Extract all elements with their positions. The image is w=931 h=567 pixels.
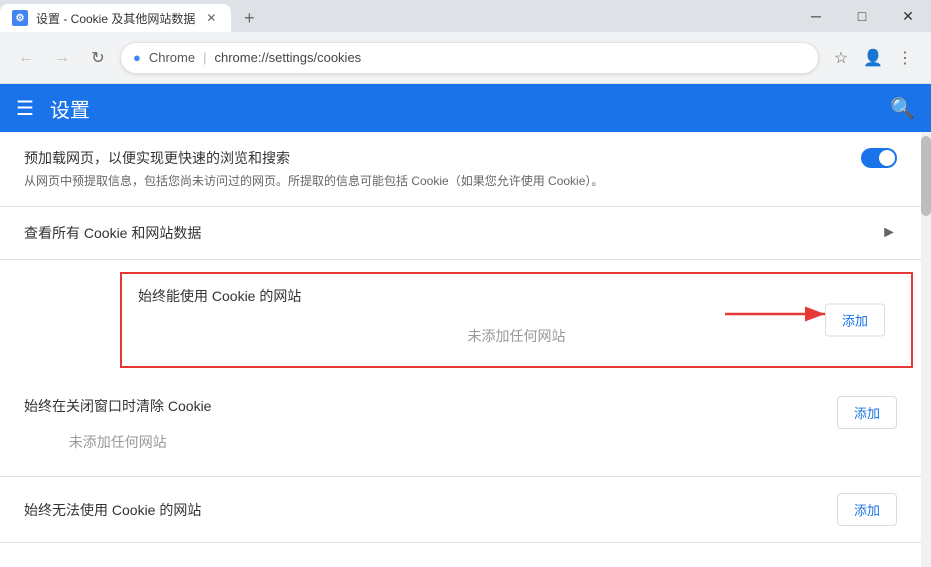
clear-on-close-add-button[interactable]: 添加 (837, 396, 897, 429)
always-allow-title: 始终能使用 Cookie 的网站 (138, 286, 895, 306)
app-header: ☰ 设置 🔍 (0, 84, 931, 132)
menu-button[interactable]: ⋮ (891, 44, 919, 72)
scrollbar-thumb[interactable] (921, 136, 931, 216)
always-allow-wrapper: 始终能使用 Cookie 的网站 未添加任何网站 添加 (0, 272, 921, 368)
tab-title: 设置 - Cookie 及其他网站数据 (36, 10, 195, 27)
clear-on-close-empty: 未添加任何网站 (24, 424, 211, 460)
chevron-right-icon: ► (881, 224, 897, 242)
titlebar-controls: ─ □ ✕ (793, 0, 931, 32)
maximize-button[interactable]: □ (839, 0, 885, 32)
preload-title: 预加载网页，以便实现更快速的浏览和搜索 (24, 148, 845, 168)
close-button[interactable]: ✕ (885, 0, 931, 32)
forward-button[interactable]: → (48, 44, 76, 72)
hamburger-menu-button[interactable]: ☰ (16, 96, 34, 121)
reload-button[interactable]: ↻ (84, 44, 112, 72)
tab-close-button[interactable]: ✕ (203, 10, 219, 26)
account-button[interactable]: 👤 (859, 44, 887, 72)
url-text: chrome://settings/cookies (215, 50, 362, 65)
view-all-text: 查看所有 Cookie 和网站数据 (24, 223, 201, 243)
always-block-section: 始终无法使用 Cookie 的网站 添加 (0, 477, 921, 543)
window-titlebar: ⚙ 设置 - Cookie 及其他网站数据 ✕ + ─ □ ✕ (0, 0, 931, 32)
minimize-button[interactable]: ─ (793, 0, 839, 32)
active-tab[interactable]: ⚙ 设置 - Cookie 及其他网站数据 ✕ (0, 4, 231, 32)
titlebar-left: ⚙ 设置 - Cookie 及其他网站数据 ✕ + (0, 0, 263, 32)
always-block-add-button[interactable]: 添加 (837, 493, 897, 526)
always-block-inner: 始终无法使用 Cookie 的网站 添加 (24, 493, 897, 526)
view-all-cookies-row[interactable]: 查看所有 Cookie 和网站数据 ► (0, 207, 921, 260)
content-area: 预加载网页，以便实现更快速的浏览和搜索 从网页中预提取信息，包括您尚未访问过的网… (0, 132, 931, 567)
scrollbar-track[interactable] (921, 132, 931, 567)
search-button[interactable]: 🔍 (890, 96, 915, 121)
preload-text-block: 预加载网页，以便实现更快速的浏览和搜索 从网页中预提取信息，包括您尚未访问过的网… (24, 148, 861, 190)
preload-toggle[interactable] (861, 148, 897, 168)
bookmark-button[interactable]: ☆ (827, 44, 855, 72)
always-allow-add-area: 添加 (825, 304, 885, 337)
page-title: 设置 (50, 94, 90, 123)
address-bar: ← → ↻ ● Chrome | chrome://settings/cooki… (0, 32, 931, 84)
clear-on-close-title: 始终在关闭窗口时清除 Cookie (24, 396, 211, 416)
always-allow-section: 始终能使用 Cookie 的网站 未添加任何网站 (120, 272, 913, 368)
chrome-label: Chrome (149, 50, 195, 65)
always-allow-add-button[interactable]: 添加 (825, 304, 885, 337)
preload-desc: 从网页中预提取信息，包括您尚未访问过的网页。所提取的信息可能包括 Cookie（… (24, 172, 845, 190)
main-content: 预加载网页，以便实现更快速的浏览和搜索 从网页中预提取信息，包括您尚未访问过的网… (0, 132, 921, 567)
tab-favicon: ⚙ (12, 10, 28, 26)
back-button[interactable]: ← (12, 44, 40, 72)
preload-section: 预加载网页，以便实现更快速的浏览和搜索 从网页中预提取信息，包括您尚未访问过的网… (0, 132, 921, 207)
lock-icon: ● (133, 50, 141, 65)
toolbar-right: ☆ 👤 ⋮ (827, 44, 919, 72)
url-separator: | (203, 50, 206, 65)
tab-strip: ⚙ 设置 - Cookie 及其他网站数据 ✕ + (0, 0, 263, 32)
omnibox[interactable]: ● Chrome | chrome://settings/cookies (120, 42, 819, 74)
always-allow-empty: 未添加任何网站 (138, 318, 895, 354)
always-block-title: 始终无法使用 Cookie 的网站 (24, 500, 201, 520)
clear-on-close-section: 始终在关闭窗口时清除 Cookie 未添加任何网站 添加 (0, 380, 921, 477)
clear-on-close-text-block: 始终在关闭窗口时清除 Cookie 未添加任何网站 (24, 396, 211, 460)
clear-on-close-inner: 始终在关闭窗口时清除 Cookie 未添加任何网站 添加 (24, 396, 897, 460)
new-tab-button[interactable]: + (235, 4, 263, 32)
page-wrapper: ⚙ 设置 - Cookie 及其他网站数据 ✕ + ─ □ ✕ ← → ↻ ● … (0, 0, 931, 567)
